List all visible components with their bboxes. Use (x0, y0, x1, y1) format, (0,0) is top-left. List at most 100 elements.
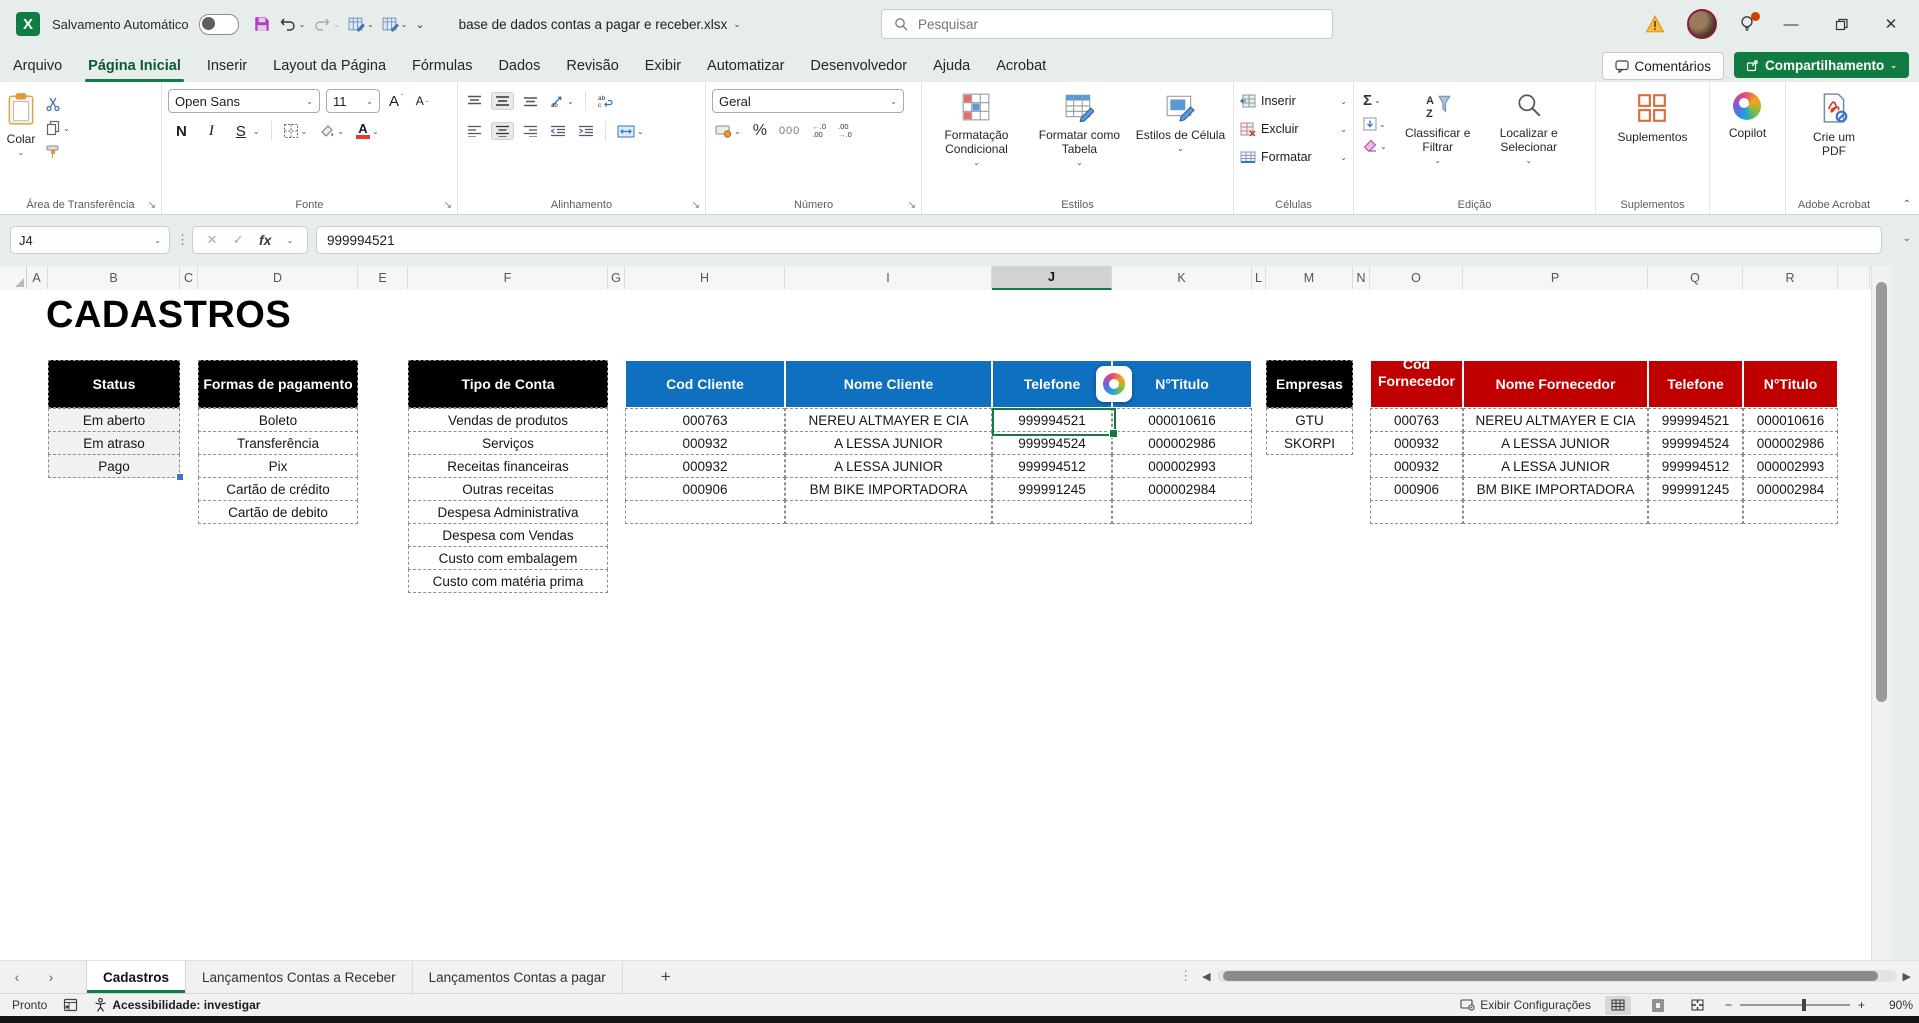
table-payment-cell[interactable]: Pix (198, 454, 358, 478)
collapse-ribbon-button[interactable]: ⌃ (1903, 199, 1911, 210)
table-clients-cell-r4c0[interactable] (625, 500, 785, 524)
table-account_type-cell[interactable]: Custo com matéria prima (408, 569, 608, 593)
conditional-formatting-button[interactable]: Formatação Condicional ⌄ (928, 88, 1025, 196)
column-header-O[interactable]: O (1370, 266, 1463, 289)
align-middle-button[interactable] (491, 92, 514, 110)
column-header-B[interactable]: B (48, 266, 180, 289)
align-center-button[interactable] (491, 122, 514, 140)
column-header-L[interactable]: L (1252, 266, 1266, 289)
align-right-button[interactable] (520, 123, 541, 139)
wrap-text-button[interactable]: abc (594, 92, 616, 110)
table-status-cell[interactable]: Pago (48, 454, 180, 478)
cell-styles-button[interactable]: Estilos de Célula ⌄ (1134, 88, 1227, 196)
add-sheet-button[interactable]: + (661, 967, 671, 987)
ribbon-tab-exibir[interactable]: Exibir (632, 52, 694, 82)
find-select-button[interactable]: Localizar e Selecionar ⌄ (1486, 88, 1572, 196)
vertical-scrollbar[interactable] (1871, 266, 1892, 960)
table-account_type-cell[interactable]: Custo com embalagem (408, 546, 608, 570)
table-clients-cell-r2c3[interactable]: 000002993 (1112, 454, 1252, 478)
table-suppliers-cell-r1c0[interactable]: 000932 (1370, 431, 1463, 455)
autosum-button[interactable]: Σ⌄ (1360, 90, 1390, 111)
align-top-button[interactable] (464, 93, 485, 109)
formula-input[interactable]: 999994521 (316, 226, 1882, 254)
table-suppliers-cell-r2c0[interactable]: 000932 (1370, 454, 1463, 478)
ribbon-tab-revisão[interactable]: Revisão (553, 52, 631, 82)
fill-color-button[interactable]: ⌄ (316, 121, 347, 141)
column-header-extra[interactable] (1838, 266, 1870, 289)
horizontal-scrollbar[interactable]: ⋮ ◀ ▶ (1179, 968, 1911, 984)
clear-button[interactable]: ⌄ (1360, 137, 1390, 155)
table-clients-cell-r1c3[interactable]: 000002986 (1112, 431, 1252, 455)
normal-view-button[interactable] (1605, 996, 1631, 1015)
lightbulb-icon[interactable] (1739, 15, 1755, 33)
sheet-tab-cadastros[interactable]: Cadastros (86, 961, 186, 993)
percent-style-button[interactable]: % (750, 120, 770, 142)
table-account_type-cell[interactable]: Despesa Administrativa (408, 500, 608, 524)
bold-button[interactable]: N (168, 121, 195, 142)
table-companies-cell[interactable]: GTU (1266, 408, 1353, 432)
fill-handle[interactable] (1109, 429, 1118, 438)
vertical-scroll-thumb[interactable] (1876, 282, 1887, 702)
cut-button[interactable] (42, 94, 73, 114)
zoom-out-button[interactable]: − (1725, 998, 1732, 1012)
table-clients-cell-r3c2[interactable]: 999991245 (992, 477, 1112, 501)
table-account_type-cell[interactable]: Outras receitas (408, 477, 608, 501)
column-header-D[interactable]: D (198, 266, 358, 289)
share-button[interactable]: Compartilhamento ⌄ (1734, 52, 1909, 78)
zoom-knob[interactable] (1802, 999, 1806, 1011)
table-clients-cell-r4c3[interactable] (1112, 500, 1252, 524)
excel-logo-icon[interactable]: X (16, 12, 40, 36)
column-header-R[interactable]: R (1743, 266, 1838, 289)
expand-formula-bar-button[interactable]: ⌄ (1903, 233, 1911, 244)
decrease-indent-button[interactable] (547, 123, 569, 139)
copilot-cell-badge[interactable] (1096, 366, 1132, 402)
confirm-entry-button[interactable]: ✓ (233, 232, 244, 248)
table-suppliers-cell-r2c2[interactable]: 999994512 (1648, 454, 1743, 478)
table-status-cell[interactable]: Em atraso (48, 431, 180, 455)
column-header-J[interactable]: J (992, 266, 1112, 290)
column-header-Q[interactable]: Q (1648, 266, 1743, 289)
ribbon-tab-arquivo[interactable]: Arquivo (0, 52, 75, 82)
column-header-F[interactable]: F (408, 266, 608, 289)
table-suppliers-cell-r1c3[interactable]: 000002986 (1743, 431, 1838, 455)
table-suppliers-cell-r1c1[interactable]: A LESSA JUNIOR (1463, 431, 1648, 455)
align-bottom-button[interactable] (520, 93, 541, 109)
column-header-H[interactable]: H (625, 266, 785, 289)
table-payment-cell[interactable]: Boleto (198, 408, 358, 432)
table-suppliers-cell-r4c0[interactable] (1370, 500, 1463, 524)
accounting-format-button[interactable]: ⌄ (712, 122, 744, 140)
close-button[interactable]: ✕ (1877, 15, 1905, 33)
ribbon-tab-layout-da-página[interactable]: Layout da Página (260, 52, 399, 82)
borders-button[interactable]: ⌄ (280, 121, 311, 141)
ribbon-tab-dados[interactable]: Dados (485, 52, 553, 82)
increase-indent-button[interactable] (575, 123, 597, 139)
underline-button[interactable]: S⌄ (228, 121, 263, 142)
page-layout-view-button[interactable] (1645, 996, 1671, 1015)
table-suppliers-cell-r3c2[interactable]: 999991245 (1648, 477, 1743, 501)
ribbon-tab-página-inicial[interactable]: Página Inicial (75, 52, 194, 82)
undo-button[interactable]: ⌄ (279, 15, 306, 33)
table-suppliers-cell-r2c3[interactable]: 000002993 (1743, 454, 1838, 478)
fill-button[interactable]: ⌄ (1360, 115, 1390, 133)
formula-bar-grip[interactable]: ⋮ (176, 226, 189, 254)
sheet-nav-left-button[interactable]: ‹ (0, 969, 34, 985)
warning-icon[interactable] (1645, 15, 1665, 33)
table-suppliers-cell-r0c1[interactable]: NEREU ALTMAYER E CIA (1463, 408, 1648, 432)
avatar[interactable] (1687, 9, 1717, 39)
dialog-launcher-icon[interactable]: ↘ (908, 200, 916, 211)
page-break-view-button[interactable] (1685, 996, 1711, 1015)
quick-access-button-2[interactable]: ⌄ (382, 16, 408, 33)
dialog-launcher-icon[interactable]: ↘ (692, 200, 700, 211)
delete-cells-button[interactable]: Excluir⌄ (1240, 116, 1347, 142)
copilot-button[interactable]: Copilot (1729, 88, 1766, 196)
comma-style-button[interactable]: 000 (776, 123, 803, 139)
table-clients-cell-r0c3[interactable]: 000010616 (1112, 408, 1252, 432)
table-suppliers-cell-r0c2[interactable]: 999994521 (1648, 408, 1743, 432)
zoom-slider[interactable]: − + (1725, 998, 1865, 1012)
font-name-select[interactable]: Open Sans⌄ (168, 89, 320, 113)
format-painter-button[interactable] (42, 142, 73, 162)
table-clients-cell-r3c3[interactable]: 000002984 (1112, 477, 1252, 501)
orientation-button[interactable]: ab⌄ (547, 92, 577, 110)
redo-button[interactable]: ⌄ (313, 15, 340, 33)
table-account_type-cell[interactable]: Receitas financeiras (408, 454, 608, 478)
